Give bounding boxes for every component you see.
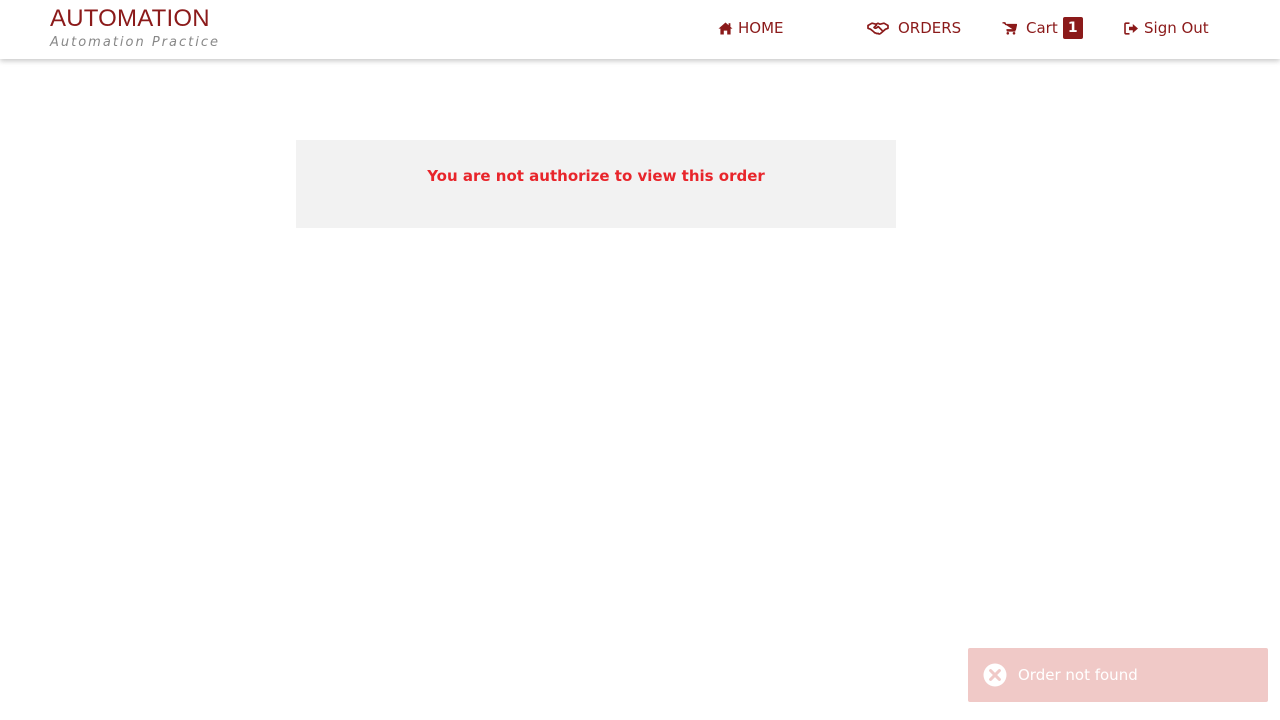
cart-count-badge: 1: [1062, 17, 1083, 39]
nav-orders-link[interactable]: ORDERS: [867, 17, 961, 39]
sign-out-icon: [1124, 21, 1139, 35]
nav-orders-label: ORDERS: [898, 19, 962, 37]
brand-logo-link[interactable]: AUTOMATION Automation Practice: [50, 4, 220, 51]
nav-cart-link[interactable]: Cart 1: [1002, 17, 1083, 39]
top-navbar: AUTOMATION Automation Practice HOME ORDE…: [0, 0, 1280, 59]
handshake-icon: [867, 21, 889, 35]
brand-subtitle: Automation Practice: [50, 35, 220, 50]
unauthorized-message: You are not authorize to view this order: [427, 167, 765, 185]
nav-home-link[interactable]: HOME: [718, 17, 784, 39]
unauthorized-alert-box: You are not authorize to view this order: [296, 140, 896, 228]
cart-icon: [1002, 21, 1017, 35]
toast-message: Order not found: [1018, 666, 1138, 684]
nav-signout-link[interactable]: Sign Out: [1124, 17, 1209, 39]
nav-signout-label: Sign Out: [1144, 19, 1209, 37]
brand-title: AUTOMATION: [50, 5, 210, 32]
close-circle-icon[interactable]: [983, 663, 1007, 687]
nav-cart-label: Cart: [1026, 19, 1058, 37]
error-toast[interactable]: Order not found: [968, 648, 1268, 702]
home-icon: [718, 22, 733, 35]
nav-home-label: HOME: [738, 19, 784, 37]
